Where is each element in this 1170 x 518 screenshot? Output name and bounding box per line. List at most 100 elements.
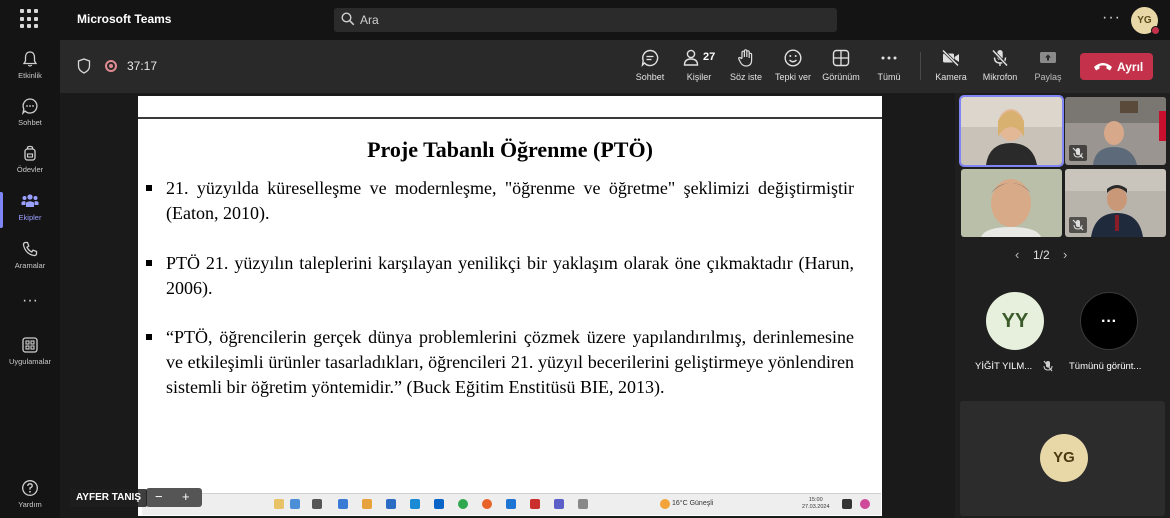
participant-video-tile[interactable] [961,169,1062,237]
bullet-text: “PTÖ, öğrencilerin gerçek dünya probleml… [166,327,854,397]
zoom-out-icon[interactable]: − [155,489,163,504]
presentation-slide: Proje Tabanlı Öğrenme (PTÖ) 21. yüzyılda… [138,96,882,516]
avatar-initials: YY [1001,310,1029,332]
rail-label: Ekipler [18,213,42,222]
participant-video [961,97,1062,165]
gallery-pager: ‹ 1/2 › [1015,247,1067,262]
mic-button[interactable]: Mikrofon [978,48,1022,82]
mic-off-icon [1043,360,1053,372]
user-initials: YG [1137,15,1152,26]
meeting-timer: 37:17 [127,59,158,73]
app-icon [338,499,348,509]
more-label: Tümü [877,72,901,82]
taskbar-date: 27.03.2024 [802,504,830,510]
more-apps-icon[interactable]: ··· [0,292,60,310]
people-icon [683,49,699,66]
rail-item-assignments[interactable]: Ödevler [0,144,60,174]
participants-panel: ‹ 1/2 › YY YİĞİT YILM... ··· Tümünü görü… [955,93,1170,518]
self-view-tile: YG [960,401,1165,516]
share-screen-icon [1040,52,1056,63]
more-actions-button[interactable]: Tümü [872,48,906,82]
teams-icon [554,499,564,509]
chat-button[interactable]: Sohbet [632,48,668,82]
react-label: Tepki ver [774,72,811,82]
search-icon [341,12,355,26]
participant-video-tile[interactable] [1065,97,1166,165]
react-button[interactable]: Tepki ver [773,48,813,82]
camera-label: Kamera [935,72,967,82]
weather-icon [660,499,670,509]
bullet-text: 21. yüzyılda küreselleşme ve modernleşme… [166,178,854,223]
participant-avatar[interactable]: YY [986,292,1044,350]
zoom-controls[interactable]: − + [146,488,202,507]
camera-button[interactable]: Kamera [932,48,970,82]
powerpoint-icon [530,499,540,509]
title-bar: Microsoft Teams Ara ··· YG [0,0,1170,40]
search-placeholder: Ara [360,13,379,27]
mail-icon [506,499,516,509]
app-icon [860,499,870,509]
participant-video-tile[interactable] [959,95,1064,167]
bullet-marker [146,260,152,266]
chevron-right-icon[interactable]: › [1063,247,1067,262]
phone-icon [22,241,38,257]
bullet-marker [146,185,152,191]
search-input[interactable]: Ara [334,8,837,32]
notification-icon [842,499,852,509]
rail-item-calls[interactable]: Aramalar [0,240,60,270]
share-button[interactable]: Paylaş [1032,48,1064,82]
participant-video-tile[interactable] [1065,169,1166,237]
app-launcher-icon[interactable] [20,9,40,29]
folder-icon [274,499,284,509]
grid-view-icon [832,49,850,67]
view-all-participants-button[interactable]: ··· [1080,292,1138,350]
edge-icon [410,499,420,509]
chat-icon [21,98,38,115]
pager-text: 1/2 [1033,248,1050,262]
meeting-toolbar: 37:17 Sohbet 27 Kişiler Söz iste Tepki v… [60,40,1170,93]
view-button[interactable]: Görünüm [820,48,862,82]
left-rail: Etkinlik Sohbet Ödevler Ekipler Aramalar… [0,40,60,518]
app-title: Microsoft Teams [77,12,172,26]
taskbar-weather: 16°C Güneşli [672,500,714,507]
raise-hand-button[interactable]: Söz iste [727,48,765,82]
presenter-name-tag: AYFER TANIŞ [70,489,148,507]
people-button[interactable]: 27 Kişiler [676,48,722,82]
hand-icon [738,49,753,67]
leave-button[interactable]: Ayrıl [1080,53,1153,80]
raise-hand-label: Söz iste [729,72,762,82]
bullet-marker [146,334,152,340]
user-avatar[interactable]: YG [1131,7,1160,35]
more-options-icon[interactable]: ··· [1102,9,1121,27]
rail-label: Yardım [18,500,42,509]
participant-video [961,169,1062,237]
shield-icon[interactable] [77,58,91,74]
mic-off-icon [991,49,1009,67]
view-all-label: Tümünü görünt... [1069,361,1142,372]
chat-label: Sohbet [635,72,665,82]
rail-item-chat[interactable]: Sohbet [0,97,60,127]
app-icon [386,499,396,509]
teams-icon [21,194,39,207]
zoom-in-icon[interactable]: + [182,489,190,504]
mic-label: Mikrofon [982,72,1018,82]
rail-item-activity[interactable]: Etkinlik [0,50,60,80]
app-icon [362,499,372,509]
shared-content-stage: Proje Tabanlı Öğrenme (PTÖ) 21. yüzyılda… [60,93,955,518]
rail-item-help[interactable]: Yardım [0,479,60,509]
rail-item-apps[interactable]: Uygulamalar [0,336,60,366]
rail-label: Aramalar [14,261,46,270]
rail-item-teams[interactable]: Ekipler [0,192,60,228]
taskbar-time: 15:00 [808,497,823,503]
rail-label: Uygulamalar [8,357,52,366]
taskbar-clock: 15:00 27.03.2024 [802,497,830,511]
rail-label: Etkinlik [18,71,42,80]
mic-off-icon [1069,217,1087,233]
self-avatar: YG [1040,434,1088,482]
bullet-text: PTÖ 21. yüzyılın taleplerini karşılayan … [166,253,854,298]
share-label: Paylaş [1034,72,1062,82]
help-icon [22,480,38,496]
people-count: 27 [703,51,716,63]
apps-icon [22,337,38,353]
chevron-left-icon[interactable]: ‹ [1015,247,1019,262]
